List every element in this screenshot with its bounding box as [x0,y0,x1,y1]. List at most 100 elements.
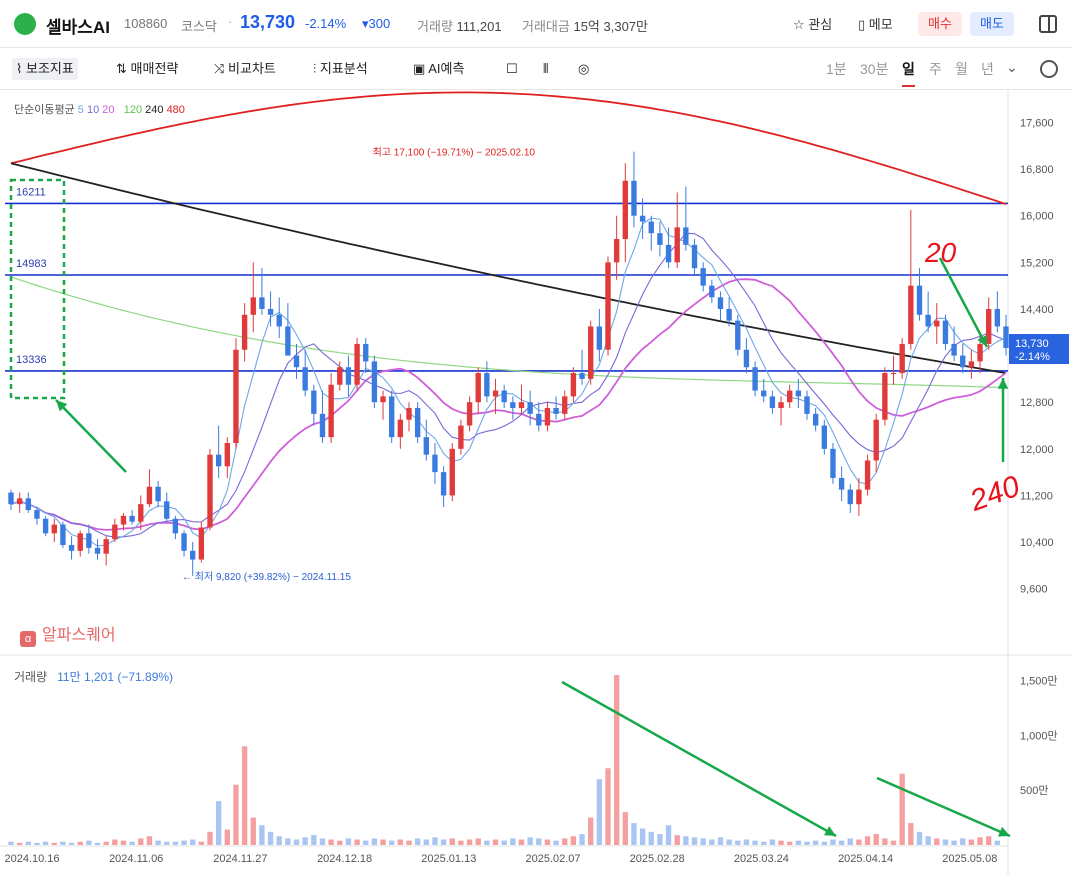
candle-body [691,244,698,269]
volume-bar [250,817,256,845]
volume-bar [873,834,879,845]
horizontal-level-label: 14983 [16,258,47,270]
x-tick-label: 2025.04.14 [838,853,893,865]
chevron-down-icon[interactable]: ⌄ [1006,59,1018,76]
buy-button[interactable]: 매수 [918,12,962,36]
y-tick-label: 17,600 [1020,117,1054,129]
candle-body [190,550,196,560]
candle-body [363,343,369,362]
candle-body [94,547,101,554]
volume-bar [934,838,940,845]
candle-body [596,326,603,350]
amount-label: 거래대금 [522,19,570,34]
candle-body [899,343,905,374]
amount-value: 15억 3,307만 [573,19,648,34]
candle-body [960,355,966,368]
volume-bar [856,839,862,845]
volume-legend: 거래량 11만 1,201 (−71.89%) [14,668,173,685]
volume-bar [60,841,66,845]
volume-bar [899,773,905,845]
top-bar: 셀바스AI 108860 코스닥 · 13,730 -2.14% ▾300 거래… [0,0,1072,48]
volume-bar [510,838,516,845]
candle-body [466,402,473,426]
candle-body [440,472,447,496]
volume-bar [700,838,706,845]
candle-body [812,413,819,426]
volume-bar [864,836,871,845]
volume-bar [406,840,412,845]
ma-legend-title: 단순이동평균 [14,104,75,116]
volume-bar [925,836,931,845]
volume-bar [458,840,464,845]
screenshot-button[interactable]: ◎ [578,58,589,80]
ai-predict-button[interactable]: ▣ AI예측 [413,58,464,80]
volume-legend-value: 11만 1,201 (−71.89%) [57,670,174,684]
candle-body [605,262,611,350]
compare-button[interactable]: ⤨ 비교차트 [214,58,276,80]
volume-bar [432,837,438,845]
volume-bar [752,840,758,845]
ma5-label: 5 [77,104,84,116]
alpha-logo-icon: α [20,631,36,647]
strategy-button[interactable]: ⇅ 매매전략 [116,58,178,80]
y-tick-label: 10,400 [1020,537,1054,549]
candle-body [285,326,291,356]
volume-bar [657,834,663,845]
volume-bar [553,840,559,845]
volume-tick-label: 1,500만 [1020,674,1058,687]
period-month[interactable]: 월 [955,59,968,79]
low-annotation: ← 최저 9,820 (+39.82%) − 2024.11.15 [182,571,351,583]
indicators-button[interactable]: ⌇ 보조지표 [12,58,78,80]
shuffle-icon: ⤨ [214,61,225,76]
candle-body [51,524,57,534]
volume-bar [726,839,732,845]
volume-bar [821,841,827,845]
candle-body [432,454,438,473]
candle-body [1003,326,1009,349]
candle-body [103,539,109,554]
square-tool-button[interactable]: ☐ [506,58,518,80]
chart-type-button[interactable]: ⫴ [543,58,548,80]
handwritten-label-240: 240 [965,470,1025,519]
period-day[interactable]: 일 [902,59,915,87]
sell-button[interactable]: 매도 [970,12,1014,36]
layout-toggle-icon[interactable] [1039,15,1057,33]
change-amount: ▾300 [362,16,391,31]
volume-bar [164,841,170,845]
watch-button[interactable]: ☆ 관심 [793,14,832,33]
analysis-button[interactable]: ⫶ 지표분석 [313,58,368,80]
volume-bar [215,801,222,845]
candle-body [259,297,265,309]
candle-body [648,221,654,234]
candle-body [380,396,386,403]
ma10-label: 10 [86,104,100,116]
candle-body [726,308,732,321]
ai-predict-label: AI예측 [428,61,465,76]
candle-body [769,396,776,409]
period-30min[interactable]: 30분 [860,59,888,79]
market-name: 코스닥 [181,19,217,34]
memo-button[interactable]: ▯ 메모 [858,14,893,33]
period-week[interactable]: 주 [929,59,942,79]
memo-icon: ▯ [858,17,866,32]
period-year[interactable]: 년 [981,59,994,79]
x-tick-label: 2025.05.08 [942,853,997,865]
volume-bar [475,838,481,845]
horizontal-level-label: 13336 [16,354,47,366]
volume-bar [285,838,291,845]
amount-info: 거래대금 15억 3,307만 [522,16,648,35]
compare-label: 비교차트 [228,61,276,76]
price-chart[interactable]: 17,60016,80016,00015,20014,40013,60012,8… [0,90,1072,875]
candle-body [778,402,784,409]
candle-body [276,314,282,327]
volume-bar [778,840,784,845]
gear-icon[interactable] [1040,60,1058,78]
candle-body [129,515,135,522]
brand-label: 알파스퀘어 [42,627,116,644]
candle-body [389,396,395,438]
candle-body [821,425,827,449]
volume-bar [994,840,1001,845]
period-1min[interactable]: 1분 [826,59,847,79]
x-tick-label: 2025.02.28 [630,853,685,865]
candle-body [735,320,741,350]
